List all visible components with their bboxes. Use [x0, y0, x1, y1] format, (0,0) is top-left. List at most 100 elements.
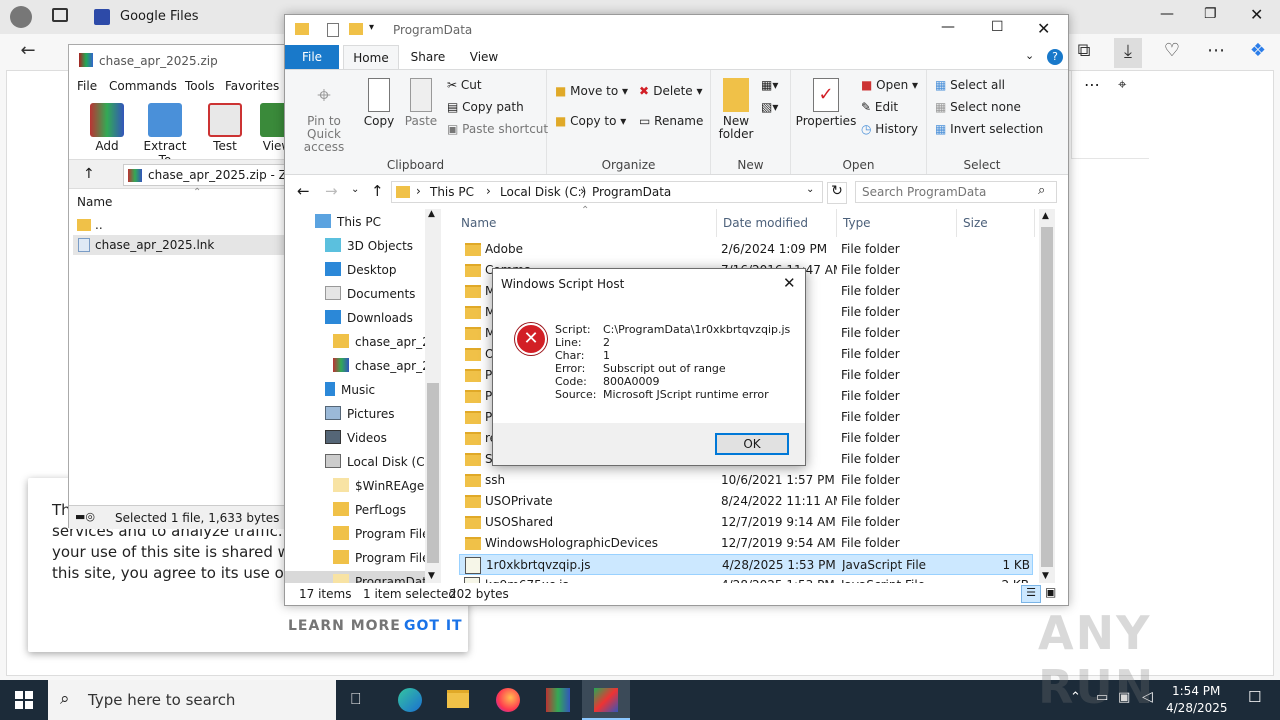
properties-button[interactable]: ✓ Properties — [793, 78, 859, 128]
tree-item-program-files-x86[interactable]: Program Files — [333, 547, 439, 569]
taskbar-edge[interactable] — [386, 680, 434, 720]
customize-arrow-icon[interactable]: ▾ — [369, 22, 374, 33]
tree-item-chase-folder[interactable]: chase_apr_20 — [333, 331, 439, 353]
properties-quick-icon[interactable] — [327, 23, 339, 37]
close-icon[interactable]: ✕ — [1250, 5, 1263, 24]
invert-selection-button[interactable]: ▦ Invert selection — [935, 122, 1043, 136]
breadcrumb-programdata[interactable]: ProgramData — [592, 185, 671, 199]
column-header-date[interactable]: Date modified — [717, 209, 837, 237]
browser-essentials-icon[interactable]: ♡ — [1158, 40, 1186, 61]
cut-button[interactable]: ✂ Cut — [447, 78, 482, 92]
file-row[interactable]: USOShared 12/7/2019 9:14 AM File folder — [459, 512, 1033, 533]
tree-scrollbar[interactable]: ▲ ▼ — [425, 209, 441, 583]
got-it-button[interactable]: GOT IT — [404, 618, 463, 634]
recent-locations-icon[interactable]: ⌄ — [351, 184, 359, 195]
select-all-button[interactable]: ▦ Select all — [935, 78, 1005, 92]
tree-item-documents[interactable]: Documents — [325, 283, 415, 305]
breadcrumb-this-pc[interactable]: This PC — [430, 185, 474, 199]
open-button[interactable]: ■ Open ▾ — [861, 78, 918, 92]
dialog-close-icon[interactable]: ✕ — [783, 274, 796, 292]
column-header-size[interactable]: Size — [957, 209, 1035, 237]
details-view-icon[interactable]: ☰ — [1021, 585, 1041, 603]
help-icon[interactable]: ? — [1047, 49, 1063, 65]
back-icon[interactable]: ← — [14, 40, 42, 61]
address-bar[interactable]: › This PC › Local Disk (C:) › ProgramDat… — [391, 181, 823, 203]
pin-icon[interactable]: ⌖ — [1118, 75, 1126, 93]
copy-to-button[interactable]: ■ Copy to ▾ — [555, 114, 626, 128]
file-row[interactable]: ssh 10/6/2021 1:57 PM File folder — [459, 470, 1033, 491]
tree-item-pictures[interactable]: Pictures — [325, 403, 395, 425]
refresh-icon[interactable]: ↻ — [827, 182, 847, 204]
search-box[interactable]: ⌕ — [855, 181, 1057, 203]
menu-commands[interactable]: Commands — [109, 79, 177, 93]
tree-item-program-files[interactable]: Program Files — [333, 523, 439, 545]
up-arrow-icon[interactable]: ↑ — [83, 166, 95, 182]
taskbar-search[interactable]: ⌕ Type here to search — [48, 680, 336, 720]
copy-button[interactable]: Copy — [359, 78, 399, 128]
list-item[interactable]: .. — [73, 215, 291, 235]
downloads-icon[interactable]: ⤓ — [1114, 38, 1142, 68]
select-none-button[interactable]: ▦ Select none — [935, 100, 1021, 114]
history-button[interactable]: ◷ History — [861, 122, 918, 136]
tab-view[interactable]: View — [459, 45, 509, 69]
file-row[interactable]: WindowsHolographicDevices 12/7/2019 9:54 … — [459, 533, 1033, 554]
tree-item-downloads[interactable]: Downloads — [325, 307, 413, 329]
tree-item-3d-objects[interactable]: 3D Objects — [325, 235, 413, 257]
easy-access-icon[interactable]: ▧▾ — [761, 100, 778, 114]
large-icons-view-icon[interactable]: ▣ — [1045, 585, 1056, 599]
minimize-icon[interactable]: — — [941, 19, 955, 35]
tree-item-this-pc[interactable]: This PC — [315, 211, 381, 233]
scroll-up-icon[interactable]: ▲ — [428, 209, 435, 219]
scroll-down-icon[interactable]: ▼ — [1042, 571, 1049, 581]
breadcrumb-local-disk[interactable]: Local Disk (C:) — [500, 185, 586, 199]
new-folder-quick-icon[interactable] — [349, 23, 363, 35]
tab-home[interactable]: Home — [343, 45, 399, 69]
close-icon[interactable]: ✕ — [1037, 19, 1050, 38]
tree-item-music[interactable]: Music — [325, 379, 375, 401]
scroll-up-icon[interactable]: ▲ — [1042, 211, 1049, 221]
new-folder-button[interactable]: New folder — [715, 78, 757, 141]
tree-item-winreagent[interactable]: $WinREAgent — [333, 475, 439, 497]
up-icon[interactable]: ↑ — [371, 182, 384, 200]
menu-file[interactable]: File — [77, 79, 97, 93]
tree-item-videos[interactable]: Videos — [325, 427, 387, 449]
archive-path-field[interactable]: chase_apr_2025.zip - ZIP a — [123, 164, 291, 186]
column-header-type[interactable]: Type — [837, 209, 957, 237]
test-button[interactable]: Test — [197, 103, 253, 153]
ok-button[interactable]: OK — [715, 433, 789, 455]
more-icon[interactable]: ⋯ — [1202, 40, 1230, 61]
taskbar-script-host[interactable] — [582, 680, 630, 720]
browser-tab[interactable]: Google Files — [86, 0, 286, 34]
menu-favorites[interactable]: Favorites — [225, 79, 279, 93]
task-view-button[interactable]: ⎕ — [336, 680, 384, 720]
add-button[interactable]: Add — [79, 103, 135, 153]
expand-ribbon-icon[interactable]: ⌄ — [1025, 49, 1034, 62]
pin-to-quick-access-button[interactable]: ⌖ Pin to Quick access — [289, 78, 359, 154]
scroll-thumb[interactable] — [1041, 227, 1053, 567]
tab-actions-icon[interactable] — [52, 8, 68, 22]
restore-icon[interactable]: ❐ — [1204, 6, 1217, 22]
address-dropdown-icon[interactable]: ⌄ — [806, 184, 814, 195]
taskbar-file-explorer[interactable] — [434, 680, 482, 720]
taskbar-winrar[interactable] — [534, 680, 582, 720]
file-row[interactable]: USOPrivate 8/24/2022 11:11 AM File folder — [459, 491, 1033, 512]
forward-icon[interactable]: → — [325, 182, 338, 200]
tree-item-local-disk[interactable]: Local Disk (C:) — [325, 451, 433, 473]
list-item[interactable]: chase_apr_2025.lnk — [73, 235, 291, 255]
maximize-icon[interactable]: ☐ — [991, 19, 1004, 35]
split-screen-icon[interactable]: ⧉ — [1070, 40, 1098, 61]
search-input[interactable] — [862, 184, 1032, 200]
rename-button[interactable]: ▭ Rename — [639, 114, 703, 128]
menu-tools[interactable]: Tools — [185, 79, 215, 93]
paste-button[interactable]: Paste — [401, 78, 441, 128]
tab-file[interactable]: File — [285, 45, 339, 69]
copilot-icon[interactable]: ❖ — [1244, 40, 1272, 61]
learn-more-button[interactable]: LEARN MORE — [288, 618, 401, 634]
profile-icon[interactable] — [10, 6, 32, 28]
file-row[interactable]: 1r0xkbrtqvzqip.js 4/28/2025 1:53 PM JavaSc… — [459, 554, 1033, 575]
new-item-icon[interactable]: ▦▾ — [761, 78, 778, 92]
taskbar-firefox[interactable] — [484, 680, 532, 720]
copy-path-button[interactable]: ▤ Copy path — [447, 100, 524, 114]
start-button[interactable] — [0, 680, 48, 720]
scroll-thumb[interactable] — [427, 383, 439, 563]
